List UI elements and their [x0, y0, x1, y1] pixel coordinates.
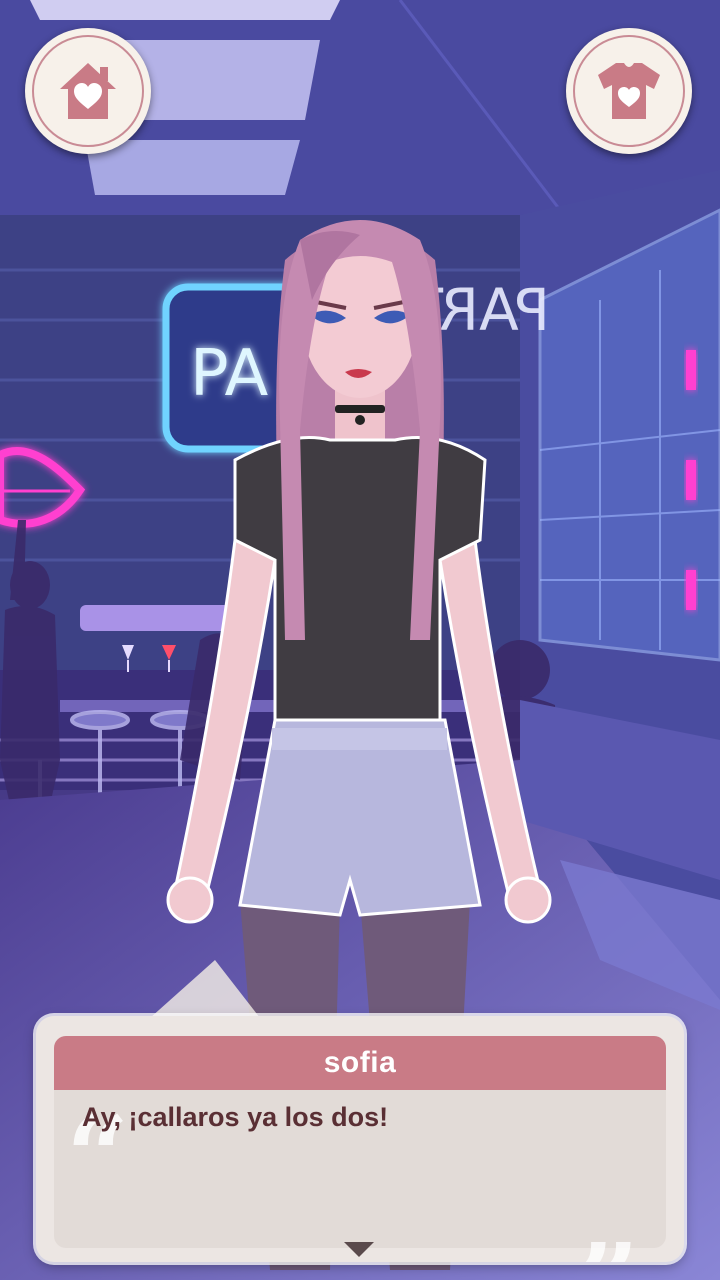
next-arrow-icon[interactable]: [344, 1242, 374, 1257]
home-button[interactable]: [25, 28, 151, 154]
outfit-button[interactable]: [566, 28, 692, 154]
home-heart-icon: [60, 63, 116, 119]
speaker-name-bar: sofia: [54, 1036, 666, 1090]
outfit-button-ring: [573, 35, 685, 147]
dialog-box[interactable]: sofia “ „ Ay, ¡callaros ya los dos!: [36, 1016, 684, 1262]
dialog-text: Ay, ¡callaros ya los dos!: [82, 1102, 389, 1132]
neon-sign-left: PA: [190, 337, 269, 411]
speaker-name: sofia: [323, 1046, 397, 1079]
close-quote-icon: „: [578, 1156, 642, 1263]
tshirt-heart-icon: [598, 63, 660, 119]
home-button-ring: [32, 35, 144, 147]
